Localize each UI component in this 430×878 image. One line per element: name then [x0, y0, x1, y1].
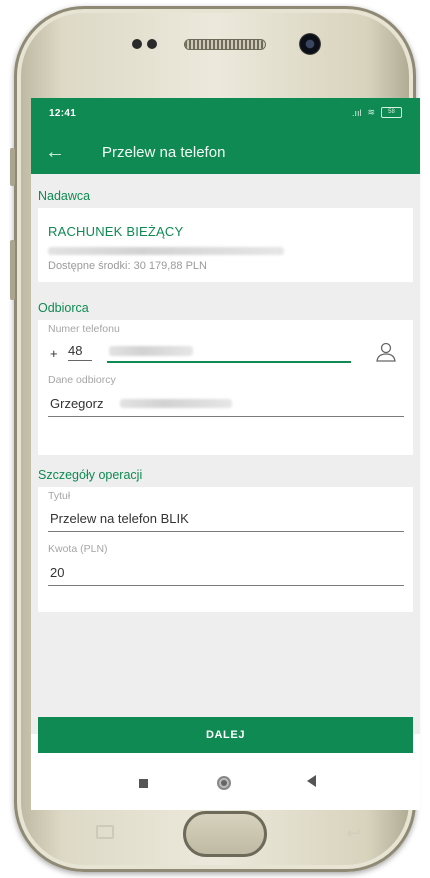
signal-bars-icon: .ııl: [351, 107, 362, 118]
account-name: RACHUNEK BIEŻĄCY: [48, 224, 184, 239]
status-time: 12:41: [49, 108, 77, 119]
next-button[interactable]: DALEJ: [38, 717, 413, 753]
recipient-first-name: Grzegorz: [50, 396, 104, 411]
proximity-sensors: [132, 39, 157, 49]
title-value: Przelew na telefon BLIK: [50, 511, 189, 526]
earpiece-speaker: [185, 40, 265, 49]
available-funds: Dostępne środki: 30 179,88 PLN: [48, 260, 207, 272]
amount-label: Kwota (PLN): [48, 543, 108, 555]
status-bar: 12:41 .ııl ≋ 58: [31, 98, 420, 132]
operation-section-label: Szczegóły operacji: [38, 468, 143, 482]
status-icons: .ııl ≋ 58: [352, 107, 402, 118]
sender-section-label: Nadawca: [38, 189, 91, 203]
wifi-icon: ≋: [367, 107, 375, 117]
masked-phone-number: [109, 346, 193, 356]
amount-input[interactable]: 20: [48, 563, 404, 586]
bixby-key: [10, 240, 15, 300]
recipient-section-label: Odbiorca: [38, 301, 89, 315]
masked-account-number: [48, 247, 284, 255]
battery-icon: 58: [381, 107, 402, 118]
circle-home-icon[interactable]: [217, 776, 231, 790]
triangle-back-icon[interactable]: [307, 775, 316, 787]
recipient-details-label: Dane odbiorcy: [48, 374, 116, 386]
phone-number-row: + 48: [38, 335, 413, 369]
square-recent-icon[interactable]: [139, 779, 148, 788]
hardware-home-button[interactable]: [183, 811, 267, 857]
person-icon[interactable]: [375, 341, 397, 363]
sender-account-card[interactable]: RACHUNEK BIEŻĄCY Dostępne środki: 30 179…: [38, 208, 413, 282]
masked-surname: [120, 399, 232, 408]
transfer-form: Nadawca RACHUNEK BIEŻĄCY Dostępne środki…: [31, 174, 420, 734]
volume-key: [10, 148, 15, 186]
front-camera: [299, 33, 321, 55]
recipient-card: Numer telefonu + 48 Dane odbiorcy Grzego…: [38, 320, 413, 455]
operation-details-card: Tytuł Przelew na telefon BLIK Kwota (PLN…: [38, 487, 413, 612]
amount-value: 20: [50, 565, 65, 580]
app-bar: ← Przelew na telefon: [31, 132, 420, 174]
hardware-back-icon: ↩: [346, 823, 362, 843]
title-input[interactable]: Przelew na telefon BLIK: [48, 509, 404, 532]
phone-number-label: Numer telefonu: [48, 323, 120, 335]
phone-screen: 12:41 .ııl ≋ 58 ← Przelew na telefon Nad…: [31, 98, 420, 810]
title-label: Tytuł: [48, 490, 71, 502]
arrow-left-icon[interactable]: ←: [45, 140, 65, 164]
hardware-recent-icon: [96, 825, 114, 839]
android-nav-bar: [31, 758, 420, 810]
phone-plus-sign: +: [50, 346, 58, 361]
phone-number-input[interactable]: [107, 343, 351, 363]
recipient-name-input[interactable]: Grzegorz: [48, 394, 404, 417]
page-title: Przelew na telefon: [102, 144, 226, 161]
country-prefix-field[interactable]: 48: [68, 343, 92, 361]
